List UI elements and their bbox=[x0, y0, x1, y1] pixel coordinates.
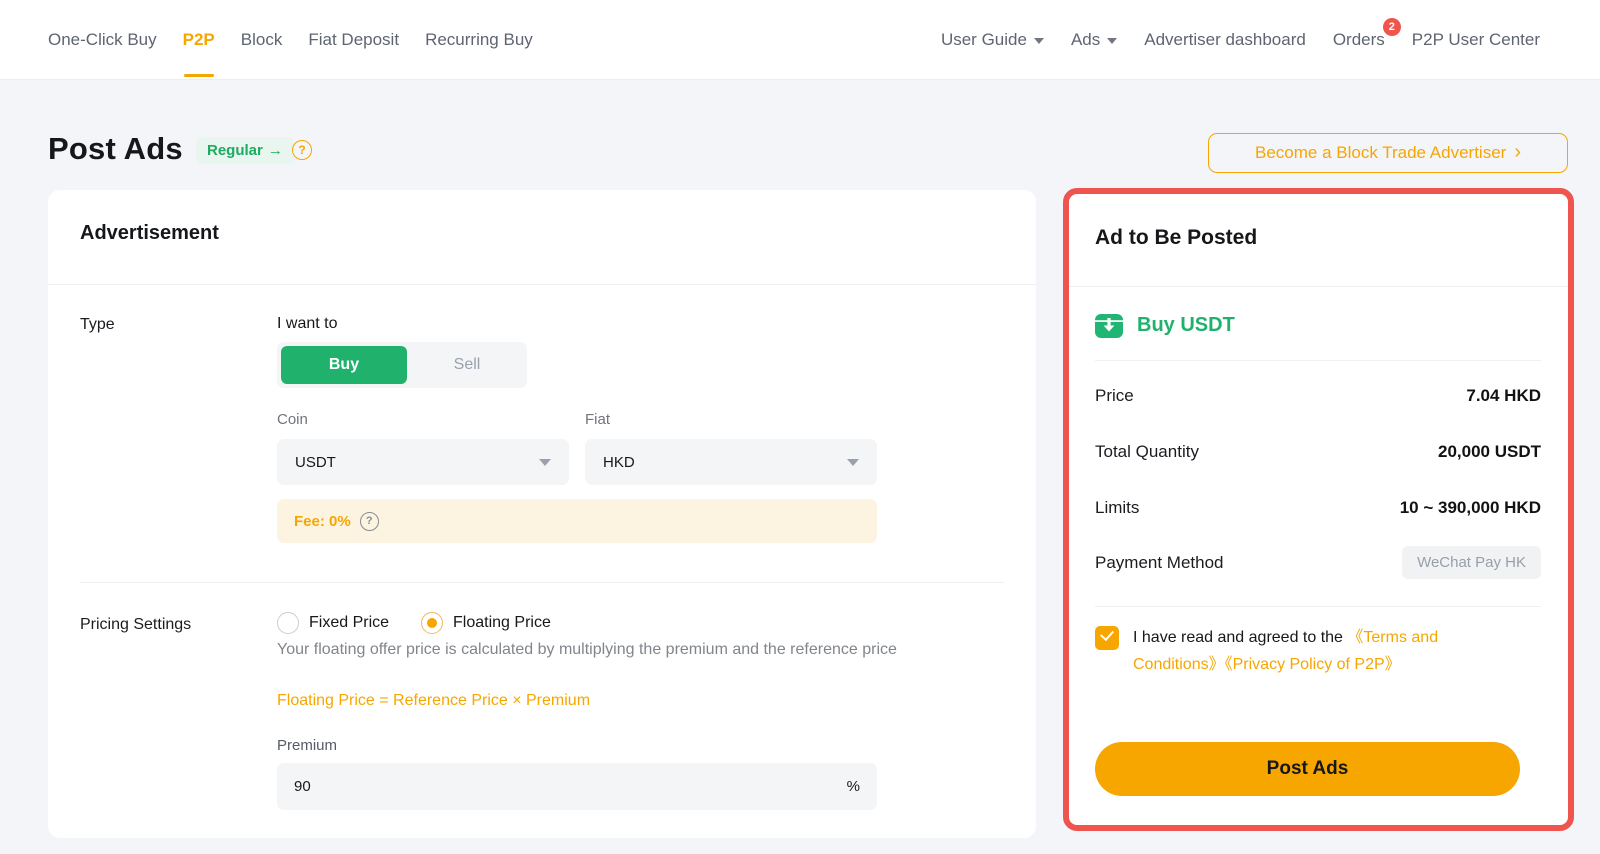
nav-one-click-buy[interactable]: One-Click Buy bbox=[48, 30, 157, 50]
trade-side-row: Buy USDT bbox=[1095, 312, 1235, 338]
privacy-link[interactable]: 《Privacy Policy of P2P》 bbox=[1225, 656, 1401, 673]
coin-label: Coin bbox=[277, 411, 308, 428]
orders-label: Orders bbox=[1333, 30, 1385, 49]
chevron-down-icon bbox=[1034, 38, 1044, 44]
total-quantity-value: 20,000 USDT bbox=[1438, 442, 1541, 462]
nav-ads[interactable]: Ads bbox=[1071, 30, 1117, 50]
chevron-down-icon bbox=[847, 459, 859, 466]
fiat-label: Fiat bbox=[585, 411, 610, 428]
top-navigation: One-Click Buy P2P Block Fiat Deposit Rec… bbox=[0, 0, 1600, 80]
nav-recurring-buy[interactable]: Recurring Buy bbox=[425, 30, 533, 50]
summary-row-price: Price 7.04 HKD bbox=[1095, 386, 1541, 406]
total-quantity-label: Total Quantity bbox=[1095, 442, 1199, 462]
agreement-text: I have read and agreed to the 《Terms and… bbox=[1133, 624, 1489, 678]
premium-input-field: % bbox=[277, 763, 877, 810]
fiat-selected-value: HKD bbox=[603, 454, 635, 471]
premium-input[interactable] bbox=[294, 778, 847, 795]
divider bbox=[48, 284, 1036, 285]
divider bbox=[1069, 286, 1568, 287]
price-value: 7.04 HKD bbox=[1466, 386, 1541, 406]
divider bbox=[80, 582, 1004, 583]
fiat-select[interactable]: HKD bbox=[585, 439, 877, 485]
help-icon[interactable]: ? bbox=[292, 140, 312, 160]
agreement-row: I have read and agreed to the 《Terms and… bbox=[1095, 624, 1489, 678]
summary-row-quantity: Total Quantity 20,000 USDT bbox=[1095, 442, 1541, 462]
post-ads-button[interactable]: Post Ads bbox=[1095, 742, 1520, 796]
buy-toggle-button[interactable]: Buy bbox=[281, 346, 407, 384]
summary-row-payment: Payment Method WeChat Pay HK bbox=[1095, 546, 1541, 579]
regular-badge-label: Regular bbox=[207, 142, 263, 159]
fee-banner: Fee: 0% ? bbox=[277, 499, 877, 543]
chevron-down-icon bbox=[1107, 38, 1117, 44]
fixed-price-radio[interactable] bbox=[277, 612, 299, 634]
nav-p2p-user-center[interactable]: P2P User Center bbox=[1412, 30, 1540, 50]
limits-value: 10 ~ 390,000 HKD bbox=[1400, 498, 1541, 518]
nav-advertiser-dashboard[interactable]: Advertiser dashboard bbox=[1144, 30, 1306, 50]
pricing-settings-label: Pricing Settings bbox=[80, 616, 191, 634]
nav-block[interactable]: Block bbox=[241, 30, 283, 50]
chevron-right-icon: › bbox=[1514, 142, 1521, 162]
buy-deposit-icon bbox=[1095, 312, 1123, 338]
regular-mode-badge[interactable]: Regular → bbox=[196, 137, 294, 164]
chevron-down-icon bbox=[539, 459, 551, 466]
limits-label: Limits bbox=[1095, 498, 1139, 518]
nav-left-group: One-Click Buy P2P Block Fiat Deposit Rec… bbox=[48, 0, 533, 80]
payment-method-chip: WeChat Pay HK bbox=[1402, 546, 1541, 579]
ads-label: Ads bbox=[1071, 30, 1100, 49]
advertisement-card-title: Advertisement bbox=[80, 222, 219, 245]
coin-select[interactable]: USDT bbox=[277, 439, 569, 485]
nav-orders[interactable]: Orders2 bbox=[1333, 30, 1385, 50]
fee-help-icon[interactable]: ? bbox=[360, 512, 379, 531]
floating-price-radio[interactable] bbox=[421, 612, 443, 634]
ad-preview-title: Ad to Be Posted bbox=[1095, 226, 1257, 250]
arrow-right-icon: → bbox=[268, 142, 283, 159]
divider bbox=[1095, 360, 1541, 361]
agreement-prefix: I have read and agreed to the bbox=[1133, 629, 1347, 646]
summary-row-limits: Limits 10 ~ 390,000 HKD bbox=[1095, 498, 1541, 518]
ad-preview-panel: Ad to Be Posted Buy USDT Price 7.04 HKD … bbox=[1063, 188, 1574, 831]
pricing-mode-radios: Fixed Price Floating Price bbox=[277, 612, 573, 634]
nav-p2p[interactable]: P2P bbox=[183, 30, 215, 50]
become-block-trade-advertiser-button[interactable]: Become a Block Trade Advertiser › bbox=[1208, 133, 1568, 173]
ad-preview-panel-inner: Ad to Be Posted Buy USDT Price 7.04 HKD … bbox=[1069, 194, 1568, 825]
nav-user-guide[interactable]: User Guide bbox=[941, 30, 1044, 50]
fee-text: Fee: 0% bbox=[294, 513, 351, 530]
price-label: Price bbox=[1095, 386, 1134, 406]
floating-price-description: Your floating offer price is calculated … bbox=[277, 636, 897, 664]
sell-toggle-button[interactable]: Sell bbox=[407, 356, 527, 374]
floating-price-label[interactable]: Floating Price bbox=[453, 614, 551, 632]
percent-unit: % bbox=[847, 778, 860, 795]
payment-method-label: Payment Method bbox=[1095, 553, 1224, 573]
page-title: Post Ads bbox=[48, 131, 183, 167]
fixed-price-label[interactable]: Fixed Price bbox=[309, 614, 389, 632]
trade-side-label: Buy USDT bbox=[1137, 314, 1235, 337]
buy-sell-toggle: Buy Sell bbox=[277, 342, 527, 388]
nav-p2p-label: P2P bbox=[183, 30, 215, 49]
floating-price-formula: Floating Price = Reference Price × Premi… bbox=[277, 692, 590, 710]
user-guide-label: User Guide bbox=[941, 30, 1027, 49]
type-label: Type bbox=[80, 316, 115, 334]
become-button-label: Become a Block Trade Advertiser bbox=[1255, 143, 1506, 163]
premium-label: Premium bbox=[277, 737, 337, 754]
advertisement-card: Advertisement Type I want to Buy Sell Co… bbox=[48, 190, 1036, 838]
orders-count-badge: 2 bbox=[1383, 18, 1401, 36]
i-want-to-label: I want to bbox=[277, 315, 337, 333]
nav-fiat-deposit[interactable]: Fiat Deposit bbox=[308, 30, 399, 50]
divider bbox=[1095, 606, 1541, 607]
nav-right-group: User Guide Ads Advertiser dashboard Orde… bbox=[941, 0, 1540, 80]
coin-selected-value: USDT bbox=[295, 454, 336, 471]
p2p-post-ads-page: One-Click Buy P2P Block Fiat Deposit Rec… bbox=[0, 0, 1600, 854]
active-tab-underline bbox=[184, 74, 214, 77]
agreement-checkbox[interactable] bbox=[1095, 626, 1119, 650]
